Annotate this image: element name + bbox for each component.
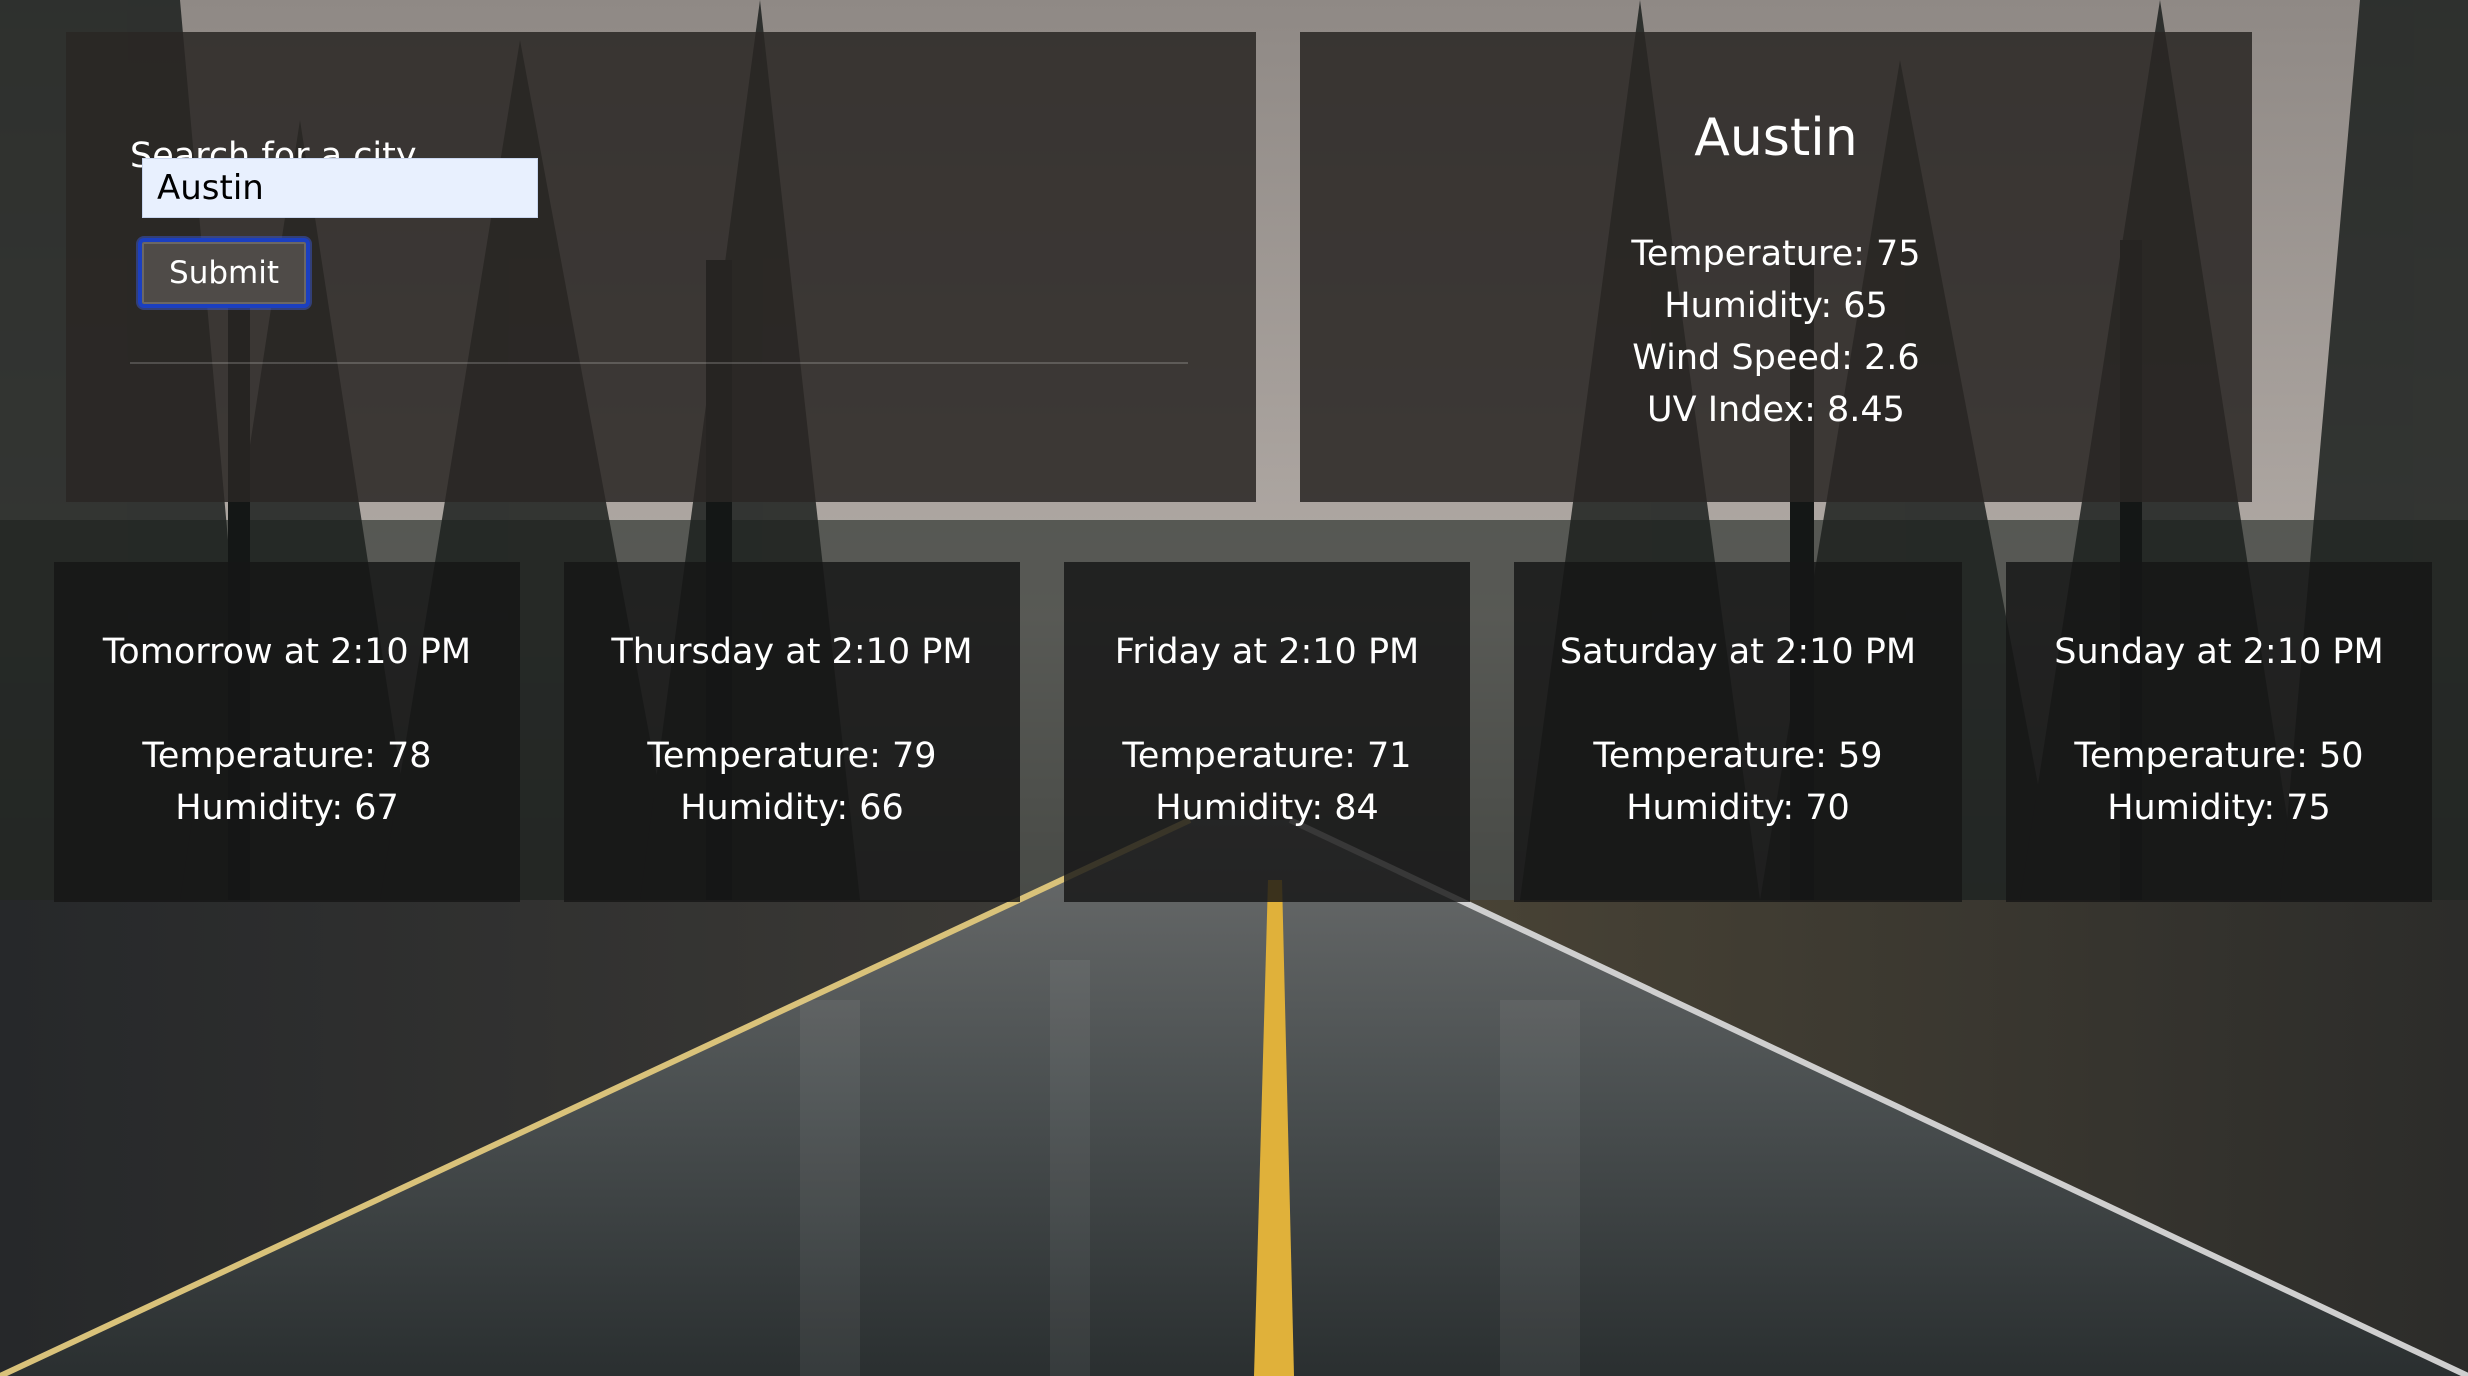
forecast-temperature: Temperature: 79 [647,736,937,776]
forecast-humidity: Humidity: 67 [175,788,399,828]
forecast-day: Friday at 2:10 PM [1114,632,1420,672]
current-temperature: Temperature: 75 [1631,234,1921,274]
city-search-input[interactable] [142,158,538,218]
forecast-card: Thursday at 2:10 PM Temperature: 79 Humi… [564,562,1020,902]
forecast-temperature: Temperature: 78 [142,736,432,776]
forecast-humidity: Humidity: 84 [1155,788,1379,828]
forecast-day: Sunday at 2:10 PM [2054,632,2384,672]
forecast-card: Saturday at 2:10 PM Temperature: 59 Humi… [1514,562,1962,902]
forecast-humidity: Humidity: 70 [1626,788,1850,828]
forecast-card: Tomorrow at 2:10 PM Temperature: 78 Humi… [54,562,520,902]
forecast-humidity: Humidity: 66 [680,788,904,828]
forecast-temperature: Temperature: 59 [1593,736,1883,776]
city-name: Austin [1694,108,1858,168]
submit-button[interactable]: Submit [138,238,310,308]
current-uv-index: UV Index: 8.45 [1647,390,1905,430]
forecast-day: Thursday at 2:10 PM [611,632,973,672]
forecast-day: Tomorrow at 2:10 PM [102,632,472,672]
divider [130,362,1188,364]
forecast-temperature: Temperature: 50 [2074,736,2364,776]
current-weather-stats: Temperature: 75 Humidity: 65 Wind Speed:… [1300,228,2252,436]
search-panel: Search for a city Submit [66,32,1256,502]
current-wind-speed: Wind Speed: 2.6 [1632,338,1920,378]
forecast-card: Sunday at 2:10 PM Temperature: 50 Humidi… [2006,562,2432,902]
forecast-card: Friday at 2:10 PM Temperature: 71 Humidi… [1064,562,1470,902]
current-humidity: Humidity: 65 [1664,286,1888,326]
forecast-day: Saturday at 2:10 PM [1559,632,1917,672]
forecast-humidity: Humidity: 75 [2107,788,2331,828]
forecast-temperature: Temperature: 71 [1122,736,1412,776]
current-weather-panel: Austin Temperature: 75 Humidity: 65 Wind… [1300,32,2252,502]
